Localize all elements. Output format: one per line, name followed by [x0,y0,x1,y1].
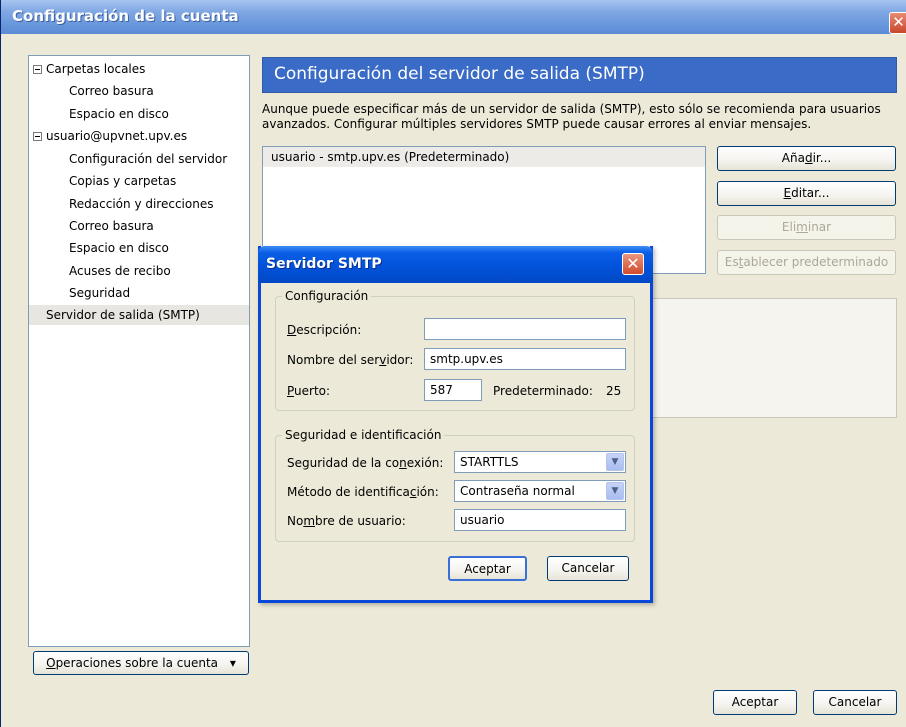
tree-item-receipts[interactable]: Acuses de recibo [69,261,171,281]
dropdown-arrow-icon: ▾ [229,656,236,670]
add-server-button[interactable]: Añadir... [717,146,896,171]
config-group-label: Configuración [285,289,369,303]
port-input[interactable]: 587 [424,379,482,401]
server-name-label: Nombre del servidor: [287,353,414,367]
username-label: Nombre de usuario: [287,514,406,528]
dialog-titlebar: Servidor SMTP ✕ [258,246,653,283]
ok-button[interactable]: Aceptar [713,690,797,715]
server-name-input[interactable]: smtp.upv.es [424,348,626,370]
set-default-button[interactable]: Establecer predeterminado [717,250,896,275]
description-label: Descripción: [287,323,362,337]
security-group-label: Seguridad e identificación [285,428,442,442]
connection-security-select[interactable]: STARTTLS ▼ [454,451,626,473]
window-title: Configuración de la cuenta [12,7,239,25]
server-details-panel [652,298,897,418]
port-label: Puerto: [287,384,331,398]
collapse-icon[interactable] [33,65,42,74]
username-input[interactable]: usuario [454,509,626,531]
delete-server-button[interactable]: Eliminar [717,215,896,240]
panel-title: Configuración del servidor de salida (SM… [274,64,645,84]
tree-item-server-settings[interactable]: Configuración del servidor [69,149,227,169]
tree-item-account-disk-space[interactable]: Espacio en disco [69,238,169,258]
description-input[interactable] [424,318,626,340]
chevron-down-icon[interactable]: ▼ [606,482,624,500]
panel-description: Aunque puede especificar más de un servi… [262,102,881,131]
close-icon: ✕ [892,13,905,31]
edit-server-button[interactable]: Editar... [717,181,896,206]
tree-item-account[interactable]: usuario@upvnet.upv.es [33,126,187,146]
panel-header: Configuración del servidor de salida (SM… [262,57,897,93]
cancel-button[interactable]: Cancelar [813,690,897,715]
account-tree[interactable]: Carpetas locales Correo basura Espacio e… [28,55,250,647]
window-titlebar: Configuración de la cuenta ✕ [1,0,906,34]
port-default-label: Predeterminado: [493,384,593,398]
chevron-down-icon[interactable]: ▼ [606,453,624,471]
close-icon: ✕ [626,254,640,273]
window-close-button[interactable]: ✕ [889,12,906,34]
dialog-cancel-button[interactable]: Cancelar [547,556,629,581]
connection-security-label: Seguridad de la conexión: [287,456,444,470]
account-settings-window: Configuración de la cuenta ✕ Carpetas lo… [0,0,906,727]
dialog-title: Servidor SMTP [266,256,382,272]
tree-item-account-junk[interactable]: Correo basura [69,216,154,236]
dialog-ok-button[interactable]: Aceptar [448,556,527,581]
tree-item-local-folders[interactable]: Carpetas locales [33,59,145,79]
smtp-server-dialog: Servidor SMTP ✕ Configuración Descripció… [258,246,653,603]
tree-item-local-disk-space[interactable]: Espacio en disco [69,104,169,124]
tree-item-local-junk[interactable]: Correo basura [69,81,154,101]
dialog-close-button[interactable]: ✕ [622,253,644,275]
list-item[interactable]: usuario - smtp.upv.es (Predeterminado) [263,147,705,167]
tree-item-security[interactable]: Seguridad [69,283,130,303]
tree-item-copies-folders[interactable]: Copias y carpetas [69,171,176,191]
port-default-value: 25 [606,384,622,398]
auth-method-label: Método de identificación: [287,485,439,499]
account-operations-button[interactable]: Operaciones sobre la cuenta ▾ [33,651,249,675]
tree-item-smtp[interactable]: Servidor de salida (SMTP) [29,305,249,325]
tree-item-composition[interactable]: Redacción y direcciones [69,194,213,214]
collapse-icon[interactable] [33,132,42,141]
auth-method-select[interactable]: Contraseña normal ▼ [454,480,626,502]
